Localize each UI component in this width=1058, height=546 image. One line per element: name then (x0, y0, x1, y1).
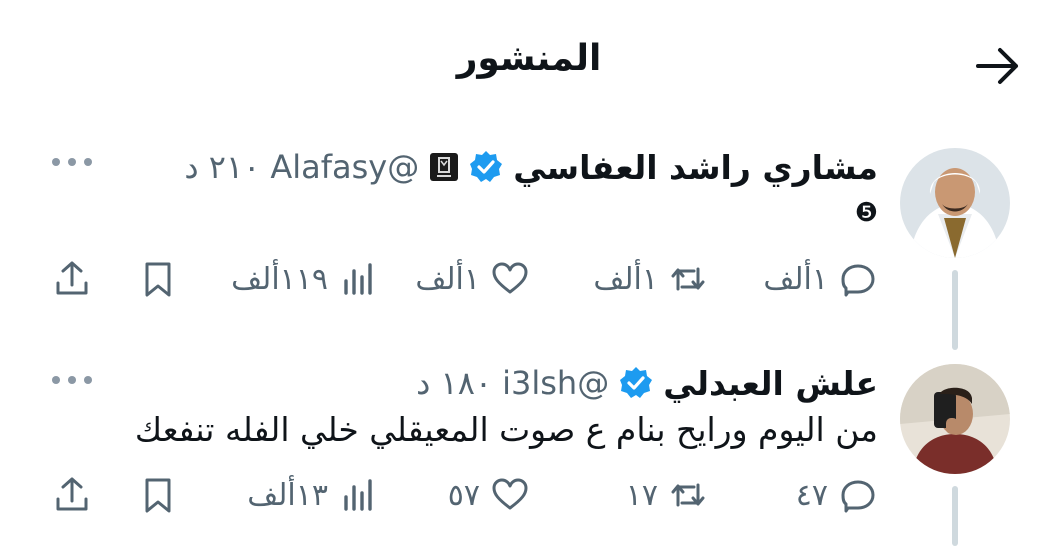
like-button[interactable]: ٥٧ (448, 470, 530, 520)
repost-icon (671, 483, 705, 507)
action-bar: ١ألف ١ألف ١ألف ١١٩ألف (50, 254, 878, 304)
verified-badge-icon (469, 150, 503, 184)
repost-button[interactable]: ١٧ (626, 470, 708, 520)
author-handle[interactable]: @i3lsh (502, 364, 609, 402)
share-icon[interactable] (50, 254, 94, 304)
heart-icon (492, 478, 528, 510)
reply-count: ٤٧ (795, 477, 828, 513)
author-handle[interactable]: @Alafasy (270, 148, 419, 186)
action-bar: ٤٧ ١٧ ٥٧ ١٣ألف (50, 470, 878, 520)
post-header: علش العبدلي @i3lsh ١٨٠ د (416, 358, 878, 408)
share-icon[interactable] (50, 470, 94, 520)
thread-line (952, 270, 958, 350)
bookmark-icon[interactable] (136, 470, 180, 520)
arrow-right-icon[interactable] (974, 44, 1022, 88)
post-time[interactable]: ١٨٠ د (416, 364, 492, 402)
post-header: مشاري راشد العفاسي @Alafasy ٢١٠ د (184, 142, 878, 192)
post: علش العبدلي @i3lsh ١٨٠ د من اليوم ورايح … (0, 350, 1058, 546)
repost-count: ١ألف (593, 261, 658, 297)
repost-icon (671, 267, 705, 291)
views-button[interactable]: ١٣ألف (247, 470, 378, 520)
heart-icon (492, 262, 528, 294)
like-count: ١ألف (415, 261, 480, 297)
reply-count: ١ألف (763, 261, 828, 297)
reply-button[interactable]: ١ألف (763, 254, 878, 304)
post: مشاري راشد العفاسي @Alafasy ٢١٠ د ❺ ١ألف (0, 130, 1058, 350)
avatar[interactable] (900, 364, 1010, 474)
thread-line (952, 486, 958, 546)
repost-count: ١٧ (625, 477, 658, 513)
more-options-icon[interactable] (52, 370, 96, 390)
reply-icon (841, 264, 875, 297)
views-icon (344, 479, 372, 511)
reply-button[interactable]: ٤٧ (796, 470, 878, 520)
avatar[interactable] (900, 148, 1010, 258)
author-name[interactable]: مشاري راشد العفاسي (513, 148, 878, 187)
top-bar: المنشور (0, 0, 1058, 125)
views-button[interactable]: ١١٩ألف (231, 254, 378, 304)
views-icon (344, 263, 372, 295)
post-text: من اليوم ورايح بنام ع صوت المعيقلي خلي ا… (134, 410, 878, 449)
views-count: ١٣ألف (247, 477, 328, 513)
reply-icon (841, 480, 875, 513)
like-count: ٥٧ (447, 477, 480, 513)
author-name[interactable]: علش العبدلي (663, 364, 878, 403)
repost-button[interactable]: ١ألف (593, 254, 708, 304)
views-count: ١١٩ألف (231, 261, 328, 297)
like-button[interactable]: ١ألف (415, 254, 530, 304)
post-time[interactable]: ٢١٠ د (184, 148, 260, 186)
page-title: المنشور (456, 38, 602, 79)
post-text: ❺ (854, 198, 878, 228)
affiliate-badge-icon[interactable] (429, 152, 459, 182)
verified-badge-icon (619, 366, 653, 400)
bookmark-icon[interactable] (136, 254, 180, 304)
more-options-icon[interactable] (52, 152, 96, 172)
